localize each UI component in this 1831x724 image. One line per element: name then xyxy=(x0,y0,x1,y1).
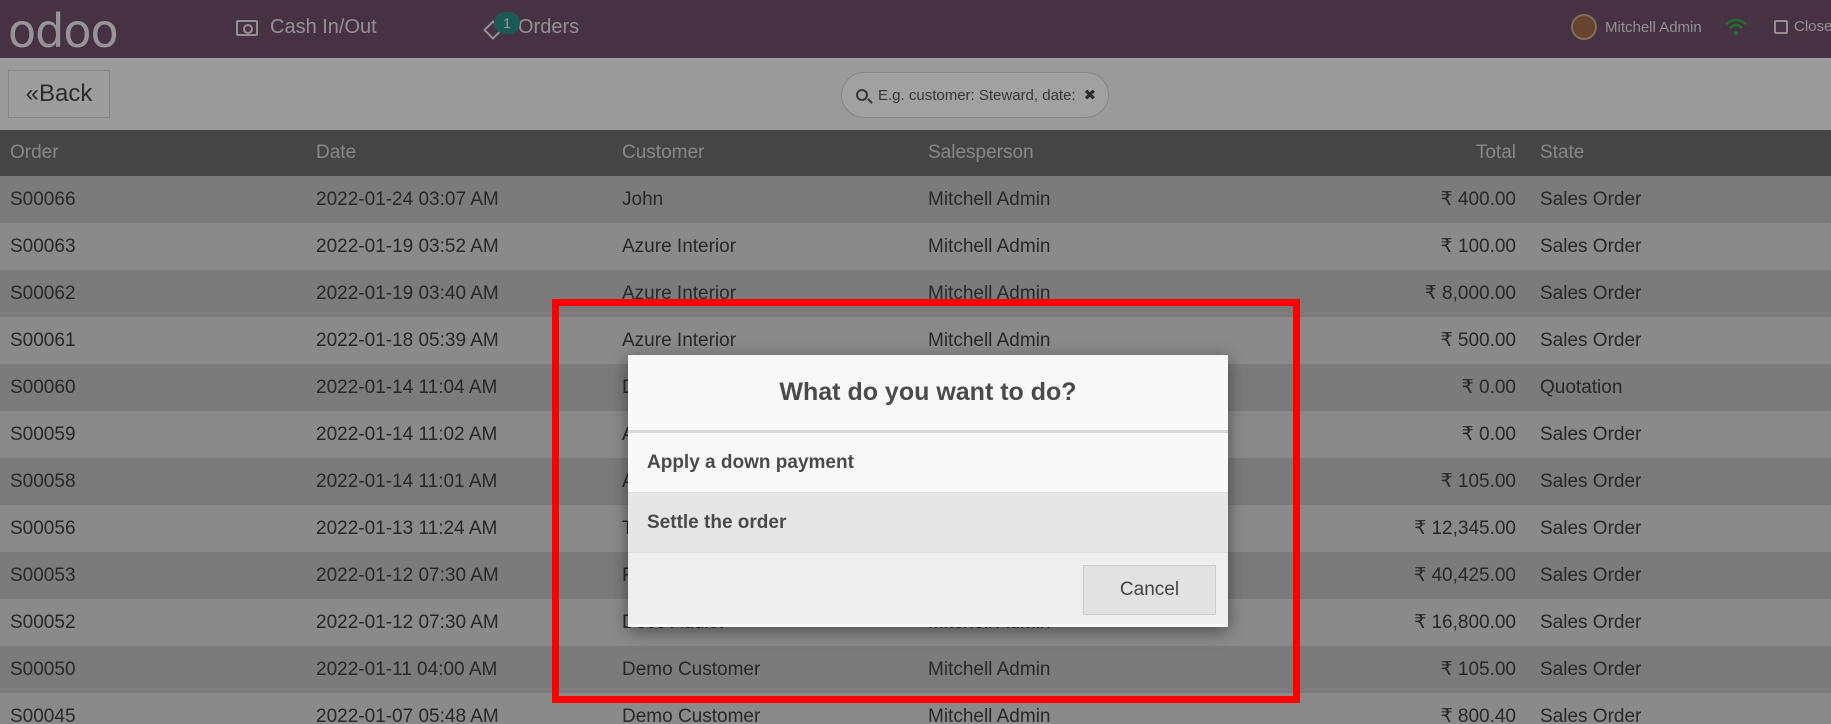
dialog-footer: Cancel xyxy=(628,553,1228,624)
action-dialog: What do you want to do? Apply a down pay… xyxy=(628,355,1228,627)
settle-order-option[interactable]: Settle the order xyxy=(628,493,1228,553)
dialog-title: What do you want to do? xyxy=(628,355,1228,433)
apply-down-payment-option[interactable]: Apply a down payment xyxy=(628,433,1228,493)
cancel-button[interactable]: Cancel xyxy=(1083,565,1216,615)
